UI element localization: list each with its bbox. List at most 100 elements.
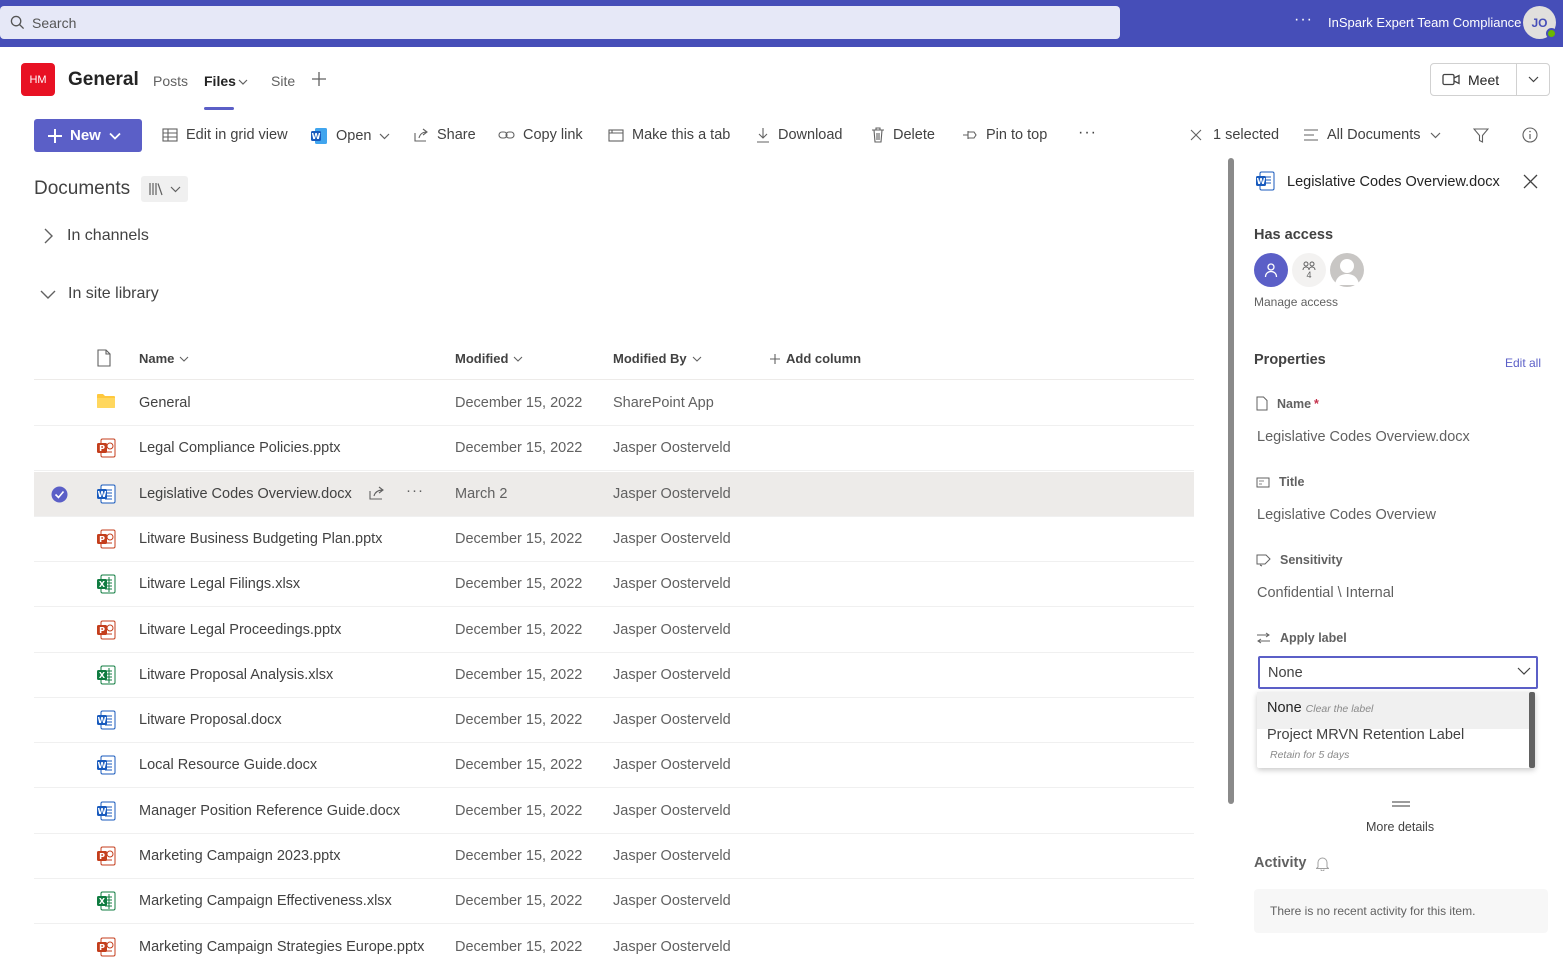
- table-row[interactable]: X Marketing Campaign Effectiveness.xlsx De…: [34, 879, 1194, 925]
- powerpoint-file-icon: P: [96, 846, 116, 866]
- file-name[interactable]: Marketing Campaign Effectiveness.xlsx: [139, 893, 392, 909]
- info-icon[interactable]: [1522, 127, 1538, 143]
- svg-text:P: P: [99, 444, 105, 453]
- modified-by: Jasper Oosterveld: [613, 848, 731, 864]
- person-avatar[interactable]: [1254, 253, 1288, 287]
- modified-by: Jasper Oosterveld: [613, 893, 731, 910]
- file-name[interactable]: Legal Compliance Policies.pptx: [139, 440, 341, 456]
- view-label: All Documents: [1327, 127, 1421, 143]
- excel-file-icon: X: [96, 891, 116, 911]
- file-name[interactable]: Local Resource Guide.docx: [139, 757, 317, 773]
- table-row[interactable]: General December 15, 2022 SharePoint App: [34, 381, 1194, 426]
- file-name[interactable]: Litware Proposal Analysis.xlsx: [139, 667, 333, 683]
- column-modified[interactable]: Modified: [455, 351, 523, 366]
- property-title-value[interactable]: Legislative Codes Overview: [1257, 507, 1436, 523]
- scrollbar[interactable]: [1228, 158, 1234, 804]
- table-row[interactable]: P Litware Legal Proceedings.pptx December …: [34, 608, 1194, 653]
- tab-posts[interactable]: Posts: [153, 73, 188, 89]
- add-tab-icon[interactable]: [310, 70, 328, 88]
- table-row[interactable]: W Manager Position Reference Guide.docx De…: [34, 789, 1194, 834]
- copy-link-button[interactable]: Copy link: [498, 127, 583, 143]
- manage-access-link[interactable]: Manage access: [1254, 295, 1338, 309]
- table-row[interactable]: P Marketing Campaign 2023.pptx December 15…: [34, 834, 1194, 879]
- file-name[interactable]: Litware Proposal.docx: [139, 712, 282, 728]
- group-avatar[interactable]: 4: [1292, 253, 1326, 287]
- meet-options-button[interactable]: [1517, 76, 1549, 83]
- new-button[interactable]: New: [34, 119, 142, 152]
- section-in-site-library[interactable]: In site library: [40, 285, 159, 303]
- file-name[interactable]: Litware Legal Proceedings.pptx: [139, 622, 341, 638]
- properties-heading: Properties: [1254, 352, 1326, 368]
- column-name[interactable]: Name: [139, 351, 189, 366]
- user-avatar[interactable]: JO: [1523, 6, 1557, 39]
- table-row[interactable]: X Litware Legal Filings.xlsx December 15, …: [34, 562, 1194, 608]
- tab-files-label: Files: [204, 73, 236, 89]
- delete-label: Delete: [893, 127, 935, 143]
- table-row[interactable]: W Local Resource Guide.docx December 15, 2…: [34, 743, 1194, 789]
- make-tab-button[interactable]: Make this a tab: [608, 127, 730, 143]
- file-name[interactable]: Legislative Codes Overview.docx: [139, 486, 352, 502]
- pin-to-top-button[interactable]: Pin to top: [962, 127, 1047, 143]
- file-name[interactable]: Litware Legal Filings.xlsx: [139, 576, 300, 592]
- more-details-button[interactable]: More details: [1366, 820, 1434, 834]
- share-button[interactable]: Share: [413, 127, 476, 143]
- edit-all-link[interactable]: Edit all: [1505, 356, 1541, 370]
- tab-files[interactable]: Files: [204, 73, 236, 89]
- active-tab-indicator: [204, 107, 234, 110]
- modified-date: December 15, 2022: [455, 938, 583, 955]
- option-none[interactable]: None Clear the label: [1257, 692, 1529, 729]
- property-sensitivity-value[interactable]: Confidential \ Internal: [1257, 585, 1394, 601]
- activity-label: Activity: [1254, 855, 1307, 871]
- property-apply-label-label: Apply label: [1256, 631, 1347, 645]
- share-icon[interactable]: [368, 485, 385, 501]
- open-button[interactable]: W Open: [310, 127, 390, 145]
- filter-icon[interactable]: [1473, 128, 1489, 143]
- svg-text:W: W: [312, 132, 321, 141]
- file-name[interactable]: General: [139, 395, 191, 411]
- table-row[interactable]: P Legal Compliance Policies.pptx December …: [34, 426, 1194, 472]
- apply-label-dropdown[interactable]: None: [1258, 656, 1538, 689]
- property-name-value[interactable]: Legislative Codes Overview.docx: [1257, 429, 1470, 445]
- chevron-right-icon: [44, 228, 53, 244]
- file-name[interactable]: Litware Business Budgeting Plan.pptx: [139, 531, 382, 547]
- more-details-icon[interactable]: [1391, 800, 1411, 808]
- dropdown-scrollbar[interactable]: [1529, 692, 1535, 768]
- library-view-switcher[interactable]: [141, 176, 188, 202]
- option-label: Project MRVN Retention Label: [1267, 727, 1465, 743]
- column-modified-by[interactable]: Modified By: [613, 351, 702, 366]
- row-more-button[interactable]: ···: [406, 482, 424, 499]
- tab-site[interactable]: Site: [271, 73, 295, 89]
- table-row[interactable]: P Marketing Campaign Strategies Europe.pp…: [34, 925, 1194, 969]
- org-name[interactable]: InSpark Expert Team Compliance: [1328, 15, 1521, 30]
- file-name[interactable]: Marketing Campaign Strategies Europe.ppt…: [139, 939, 424, 955]
- meet-button[interactable]: Meet: [1431, 64, 1517, 95]
- access-count: 4: [1306, 269, 1312, 280]
- download-button[interactable]: Download: [756, 127, 843, 143]
- chevron-down-icon: [40, 290, 56, 299]
- user-avatar[interactable]: [1330, 253, 1364, 287]
- file-name[interactable]: Marketing Campaign 2023.pptx: [139, 848, 341, 864]
- search-box[interactable]: Search: [0, 6, 1120, 39]
- more-options-button[interactable]: ···: [1294, 11, 1313, 29]
- view-selector[interactable]: All Documents: [1303, 127, 1441, 143]
- clear-selection-button[interactable]: 1 selected: [1190, 127, 1279, 143]
- table-row[interactable]: P Litware Business Budgeting Plan.pptx Dec…: [34, 517, 1194, 562]
- option-project-mrvn[interactable]: Project MRVN Retention Label Retain for …: [1257, 727, 1529, 768]
- table-row[interactable]: W Legislative Codes Overview.docx ··· March…: [34, 471, 1194, 517]
- table-row[interactable]: X Litware Proposal Analysis.xlsx December …: [34, 653, 1194, 698]
- bell-icon[interactable]: [1316, 856, 1330, 871]
- modified-date: December 15, 2022: [455, 440, 583, 457]
- table-row[interactable]: W Litware Proposal.docx December 15, 2022 J…: [34, 698, 1194, 744]
- toolbar-more-button[interactable]: ···: [1078, 124, 1097, 142]
- section-in-channels[interactable]: In channels: [44, 227, 149, 245]
- file-type-icon[interactable]: [97, 349, 111, 367]
- close-icon[interactable]: [1523, 174, 1538, 189]
- delete-button[interactable]: Delete: [871, 127, 935, 143]
- modified-date: December 15, 2022: [455, 757, 583, 774]
- checkmark-circle-icon[interactable]: [51, 486, 68, 503]
- close-icon: [1190, 129, 1202, 141]
- file-name[interactable]: Manager Position Reference Guide.docx: [139, 803, 400, 819]
- edit-grid-view-button[interactable]: Edit in grid view: [162, 127, 288, 143]
- modified-by: Jasper Oosterveld: [613, 938, 731, 955]
- add-column-button[interactable]: Add column: [770, 351, 861, 366]
